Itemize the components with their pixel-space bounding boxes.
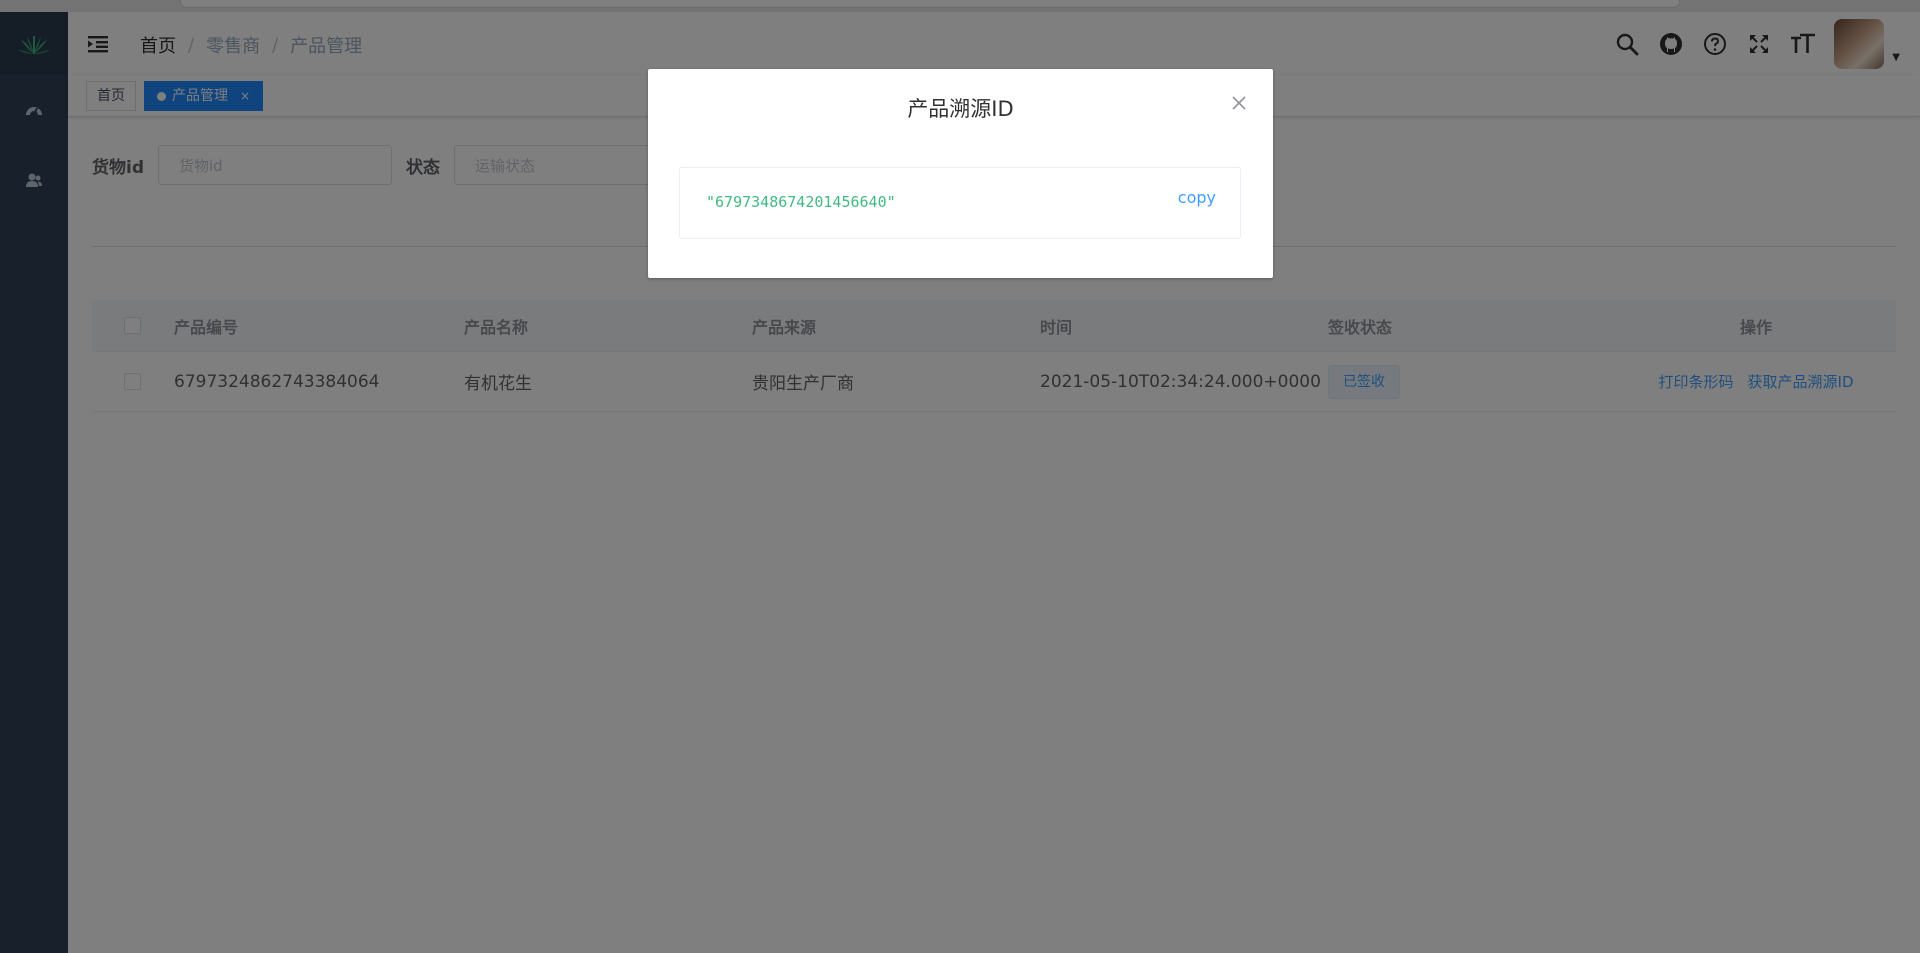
close-icon [1232, 96, 1246, 110]
copy-button[interactable]: copy [1178, 188, 1216, 207]
trace-id-code: "6797348674201456640" [706, 193, 896, 211]
dialog-close-button[interactable] [1231, 95, 1247, 111]
code-box: "6797348674201456640" copy [679, 167, 1241, 239]
dialog-title: 产品溯源ID [907, 97, 1014, 121]
trace-id-dialog: 产品溯源ID "6797348674201456640" copy [648, 69, 1273, 278]
